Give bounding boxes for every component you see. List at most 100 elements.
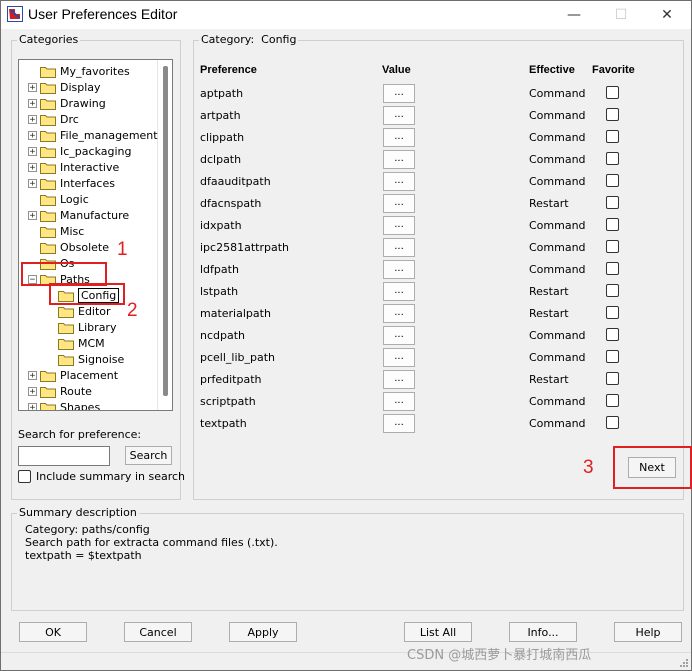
preference-name: ldfpath (200, 263, 239, 276)
preference-name: materialpath (200, 307, 271, 320)
tree-node-label: Signoise (78, 352, 125, 366)
tree-node[interactable]: MCM (58, 335, 105, 351)
tree-node-label: Interfaces (60, 176, 115, 190)
tree-node[interactable]: + Interfaces (28, 175, 115, 191)
expand-icon[interactable]: + (28, 98, 37, 108)
tree-node[interactable]: + Manufacture (28, 207, 129, 223)
favorite-checkbox[interactable] (606, 262, 619, 275)
favorite-checkbox[interactable] (606, 196, 619, 209)
value-edit-button[interactable]: ... (383, 84, 415, 103)
favorite-checkbox[interactable] (606, 350, 619, 363)
maximize-button[interactable]: ☐ (598, 1, 644, 29)
tree-node[interactable]: + Placement (28, 367, 118, 383)
preference-name: artpath (200, 109, 241, 122)
favorite-checkbox[interactable] (606, 394, 619, 407)
favorite-checkbox[interactable] (606, 174, 619, 187)
favorite-checkbox[interactable] (606, 372, 619, 385)
category-tree[interactable]: My_favorites + Display + Drawing + Drc + File_ma… (18, 59, 173, 411)
favorite-checkbox[interactable] (606, 328, 619, 341)
search-input[interactable] (18, 446, 110, 466)
expand-icon[interactable]: + (28, 386, 37, 396)
close-button[interactable]: ✕ (644, 1, 690, 29)
minimize-button[interactable]: — (551, 1, 597, 29)
tree-node[interactable]: Signoise (58, 351, 124, 367)
value-edit-button[interactable]: ... (383, 128, 415, 147)
value-edit-button[interactable]: ... (383, 392, 415, 411)
folder-icon (40, 178, 56, 190)
annotation-number-2: 2 (127, 300, 138, 321)
tree-node-label: Drc (60, 112, 79, 126)
favorite-header: Favorite (592, 64, 635, 76)
value-edit-button[interactable]: ... (383, 326, 415, 345)
effective-value: Restart (529, 285, 569, 298)
tree-node[interactable]: + Display (28, 79, 101, 95)
ok-button[interactable]: OK (19, 622, 87, 642)
favorite-checkbox[interactable] (606, 240, 619, 253)
tree-node[interactable]: + Drawing (28, 95, 106, 111)
tree-node[interactable]: Editor (58, 303, 111, 319)
tree-node[interactable]: + Drc (28, 111, 79, 127)
value-edit-button[interactable]: ... (383, 304, 415, 323)
expand-icon[interactable]: + (28, 162, 37, 172)
search-button[interactable]: Search (125, 446, 172, 465)
tree-node[interactable]: + Route (28, 383, 92, 399)
folder-icon (40, 386, 56, 398)
expand-icon[interactable]: + (28, 178, 37, 188)
tree-node[interactable]: Library (58, 319, 116, 335)
value-edit-button[interactable]: ... (383, 260, 415, 279)
value-edit-button[interactable]: ... (383, 348, 415, 367)
favorite-checkbox[interactable] (606, 108, 619, 121)
expand-icon[interactable]: + (28, 130, 37, 140)
tree-node[interactable]: + Interactive (28, 159, 119, 175)
tree-node[interactable]: Obsolete (28, 239, 109, 255)
value-edit-button[interactable]: ... (383, 414, 415, 433)
favorite-checkbox[interactable] (606, 284, 619, 297)
user-preferences-window: User Preferences Editor — ☐ ✕ Categories… (0, 0, 692, 671)
tree-node[interactable]: + Shapes (28, 399, 100, 410)
title-bar: User Preferences Editor — ☐ ✕ (1, 1, 691, 29)
favorite-checkbox[interactable] (606, 416, 619, 429)
favorite-checkbox[interactable] (606, 152, 619, 165)
tree-line-icon (28, 67, 37, 76)
effective-value: Restart (529, 307, 569, 320)
tree-node[interactable]: Logic (28, 191, 89, 207)
category-value: Config (261, 33, 297, 46)
include-summary-checkbox[interactable] (18, 470, 31, 483)
scrollbar-thumb[interactable] (163, 66, 168, 396)
expand-icon[interactable]: + (28, 146, 37, 156)
value-edit-button[interactable]: ... (383, 194, 415, 213)
favorite-checkbox[interactable] (606, 218, 619, 231)
tree-node[interactable]: Misc (28, 223, 84, 239)
folder-icon (40, 114, 56, 126)
expand-icon[interactable]: + (28, 210, 37, 220)
tree-node[interactable]: My_favorites (28, 63, 130, 79)
value-edit-button[interactable]: ... (383, 370, 415, 389)
effective-value: Command (529, 175, 586, 188)
apply-button[interactable]: Apply (229, 622, 297, 642)
tree-node-label: MCM (78, 336, 105, 350)
expand-icon[interactable]: + (28, 370, 37, 380)
value-edit-button[interactable]: ... (383, 216, 415, 235)
resize-grip-icon[interactable] (678, 657, 688, 667)
info-button[interactable]: Info... (509, 622, 577, 642)
favorite-checkbox[interactable] (606, 306, 619, 319)
value-edit-button[interactable]: ... (383, 172, 415, 191)
cancel-button[interactable]: Cancel (124, 622, 192, 642)
value-edit-button[interactable]: ... (383, 238, 415, 257)
value-edit-button[interactable]: ... (383, 106, 415, 125)
favorite-checkbox[interactable] (606, 86, 619, 99)
tree-node-label: Manufacture (60, 208, 130, 222)
effective-value: Command (529, 351, 586, 364)
tree-node[interactable]: + Ic_packaging (28, 143, 131, 159)
value-edit-button[interactable]: ... (383, 150, 415, 169)
list-all-button[interactable]: List All (404, 622, 472, 642)
expand-icon[interactable]: + (28, 82, 37, 92)
expand-icon[interactable]: + (28, 402, 37, 410)
tree-node[interactable]: + File_management (28, 127, 158, 143)
help-button[interactable]: Help (614, 622, 682, 642)
tree-scrollbar[interactable] (157, 60, 172, 410)
value-edit-button[interactable]: ... (383, 282, 415, 301)
expand-icon[interactable]: + (28, 114, 37, 124)
favorite-checkbox[interactable] (606, 130, 619, 143)
tree-line-icon (28, 227, 37, 236)
